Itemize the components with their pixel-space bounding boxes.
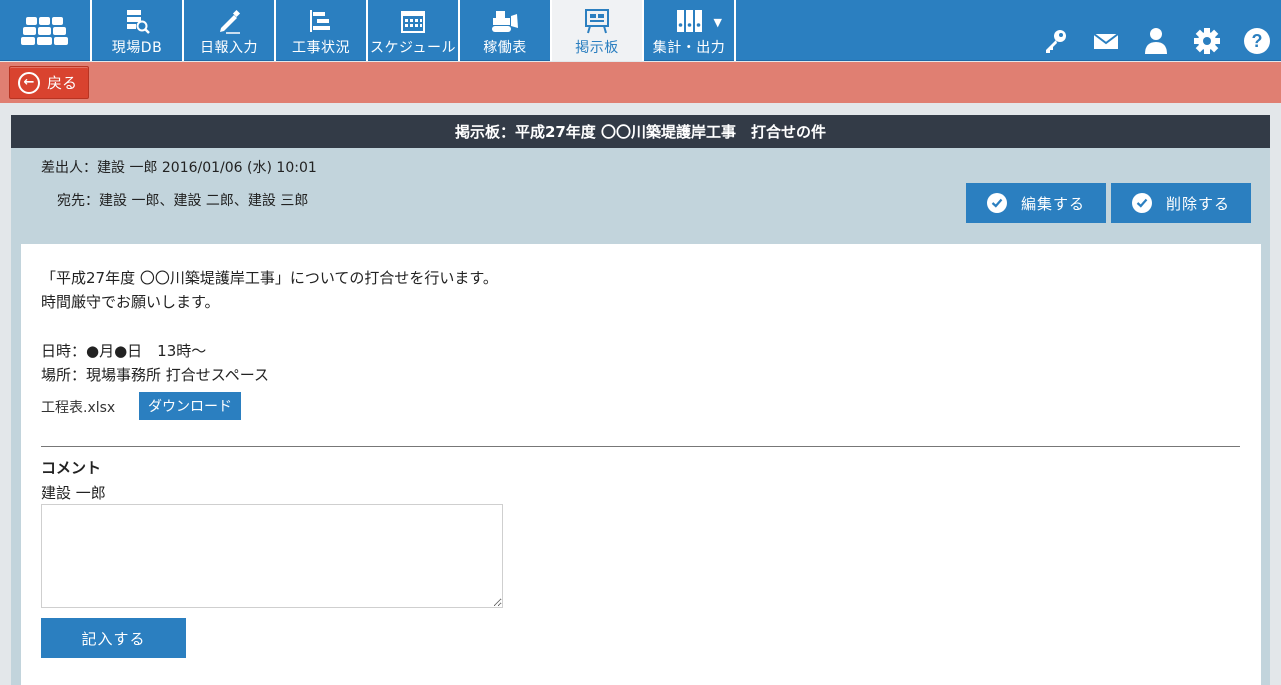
nav-item-label: 日報入力 (200, 40, 258, 56)
pencil-icon (220, 9, 241, 34)
download-button[interactable]: ダウンロード (139, 392, 241, 420)
nav-item-aggregate-output[interactable]: ▼ 集計・出力 (644, 0, 736, 61)
calendar-icon (401, 11, 425, 33)
submit-comment-button[interactable]: 記入する (41, 618, 186, 658)
comment-heading: コメント (41, 459, 102, 477)
db-search-icon (127, 10, 150, 34)
nav-item-schedule[interactable]: スケジュール (368, 0, 460, 61)
gear-icon[interactable] (1192, 27, 1222, 55)
chevron-down-icon: ▼ (713, 16, 722, 29)
nav-item-label: 掲示板 (575, 40, 619, 56)
action-bar (0, 62, 1281, 103)
nav-item-label: 現場DB (111, 40, 163, 56)
nav-item-bulletin-board[interactable]: 掲示板 (552, 0, 644, 61)
check-circle-icon (1132, 193, 1152, 213)
nav-item-label: 稼働表 (483, 40, 527, 56)
arrow-left-icon: ← (18, 71, 40, 94)
post-body-line: 時間厳守でお願いします。 (41, 293, 220, 311)
bulldozer-icon (492, 11, 518, 32)
nav-item-label: 工事状況 (292, 40, 350, 56)
board-icon (585, 9, 609, 34)
nav-item-operation-table[interactable]: 稼働表 (460, 0, 552, 61)
post-sender: 差出人：建設 一郎 2016/01/06 (水) 10:01 (41, 160, 317, 176)
user-icon[interactable] (1141, 27, 1171, 55)
divider (41, 446, 1240, 447)
nav-item-label: スケジュール (369, 40, 457, 56)
nav-item-genba-db[interactable]: 現場DB (92, 0, 184, 61)
post-recipients: 宛先：建設 一郎、建設 二郎、建設 三郎 (57, 193, 309, 209)
top-nav: 現場DB 日報入力 工事状況 スケジュール 稼働表 掲示板 ▼ 集計・出力 ? (0, 0, 1281, 61)
back-button[interactable]: ← 戻る (9, 66, 89, 99)
edit-button-label: 編集する (1021, 194, 1086, 213)
delete-button[interactable]: 削除する (1111, 183, 1251, 223)
edit-button[interactable]: 編集する (966, 183, 1106, 223)
logo-grid-icon (21, 16, 68, 45)
nav-item-daily-report[interactable]: 日報入力 (184, 0, 276, 61)
post-body-line: 場所：現場事務所 打合せスペース (41, 366, 269, 384)
svg-text:?: ? (1252, 31, 1263, 51)
nav-item-label: 集計・出力 (652, 40, 726, 56)
key-icon[interactable] (1041, 27, 1071, 55)
mail-icon[interactable] (1091, 27, 1121, 55)
comment-input[interactable] (41, 504, 503, 608)
post-body-line: 「平成27年度 〇〇川築堤護岸工事」についての打合せを行います。 (41, 269, 498, 287)
gantt-icon (310, 10, 330, 32)
nav-item-work-status[interactable]: 工事状況 (276, 0, 368, 61)
attachment-filename: 工程表.xlsx (41, 400, 116, 416)
comment-user-name: 建設 一郎 (41, 484, 106, 502)
post-body-line: 日時：●月●日 13時～ (41, 342, 207, 360)
delete-button-label: 削除する (1166, 194, 1231, 213)
binders-icon (677, 10, 702, 32)
check-circle-icon (987, 193, 1007, 213)
help-icon[interactable]: ? (1242, 27, 1272, 55)
app-logo[interactable] (0, 0, 92, 61)
back-button-label: 戻る (47, 74, 78, 92)
post-title: 掲示板：平成27年度 〇〇川築堤護岸工事 打合せの件 (11, 115, 1270, 148)
